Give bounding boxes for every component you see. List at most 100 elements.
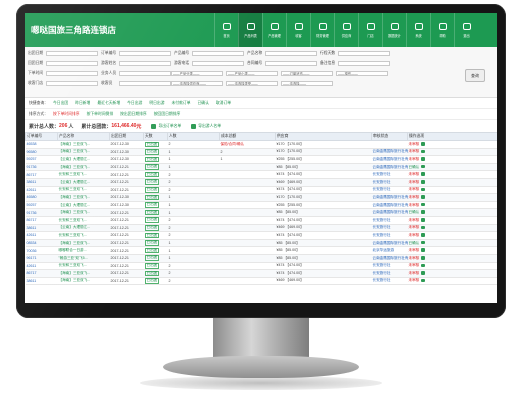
order-id[interactable]: 86717	[25, 216, 58, 225]
supplier-name[interactable]: 云南金鹰国际旅行社有限公司	[371, 148, 408, 157]
order-id[interactable]: 38611	[25, 277, 58, 286]
nav-item[interactable]: 数据统计	[382, 13, 406, 47]
order-id[interactable]: 91736	[25, 163, 58, 172]
product-name[interactable]: 长安和三亚双飞...	[57, 216, 110, 225]
filter-input[interactable]	[119, 51, 171, 56]
order-id[interactable]: 46580	[25, 193, 58, 202]
filter-input[interactable]	[265, 61, 317, 66]
supplier-name[interactable]: 长安旅行社	[371, 178, 408, 187]
order-id[interactable]: 59257	[25, 155, 58, 164]
filter-select[interactable]: ——请选择供应商——	[171, 81, 223, 86]
product-name[interactable]: 【海南】三亚双飞...	[57, 269, 110, 278]
supplier-name[interactable]: 长安旅行社	[371, 277, 408, 286]
product-name[interactable]: 【云南】大理丽江...	[57, 224, 110, 233]
order-id[interactable]: 96171	[25, 254, 58, 263]
supplier-name[interactable]: 云南金鹰国际旅行社有限公司	[371, 254, 408, 263]
order-id[interactable]: 70036	[25, 246, 58, 255]
product-name[interactable]: 长安和三亚双飞...	[57, 170, 110, 179]
product-name[interactable]: "畅游三亚"双飞5...	[57, 254, 110, 263]
supplier-name[interactable]: 长安旅行社	[371, 224, 408, 233]
product-name[interactable]: 长安和三亚双飞...	[57, 262, 110, 271]
nav-item[interactable]: 产品管理	[262, 13, 286, 47]
filter-input[interactable]	[192, 61, 244, 66]
nav-item[interactable]: 退出	[454, 13, 478, 47]
filter-link[interactable]: 按下单时间倒排	[87, 112, 114, 117]
filter-link[interactable]: 今日出团	[53, 101, 68, 106]
export-travelers-button[interactable]: 导出游人名单	[191, 123, 221, 129]
product-name[interactable]: 【海南】三亚双飞...	[57, 239, 110, 248]
filter-input[interactable]	[265, 51, 317, 56]
filter-link[interactable]: 今日出游	[127, 101, 142, 106]
filter-input[interactable]	[46, 51, 98, 56]
nav-item[interactable]: 供应商	[334, 13, 358, 47]
filter-input[interactable]	[119, 81, 171, 86]
filter-link[interactable]: 昨日新增	[75, 101, 90, 106]
filter-link[interactable]: 已确认	[198, 101, 209, 106]
order-id[interactable]: 46538	[25, 140, 58, 149]
order-id[interactable]: 38611	[25, 178, 58, 187]
filter-input[interactable]	[46, 81, 98, 86]
filter-input[interactable]	[119, 71, 171, 76]
filter-select[interactable]: ——产品分类——	[171, 71, 223, 76]
order-id[interactable]: 42611	[25, 262, 58, 271]
product-name[interactable]: 长安和三亚双飞...	[57, 231, 110, 240]
nav-item[interactable]: 门店	[358, 13, 382, 47]
filter-link[interactable]: 最近七天新增	[97, 101, 120, 106]
filter-select[interactable]: ——操作——	[336, 71, 388, 76]
product-name[interactable]: 嘟嘟联合一日游...	[57, 246, 110, 255]
filter-link[interactable]: 按下单时间排序	[53, 112, 80, 117]
filter-link[interactable]: 取消订单	[216, 101, 231, 106]
order-id[interactable]: 86717	[25, 269, 58, 278]
filter-input[interactable]	[338, 51, 390, 56]
query-button[interactable]: 查询	[465, 69, 485, 82]
product-name[interactable]: 长安和三亚双飞...	[57, 186, 110, 195]
product-name[interactable]: 【云南】大理丽江...	[57, 178, 110, 187]
filter-select[interactable]: ——订单状态——	[281, 71, 333, 76]
order-id[interactable]: 08534	[25, 239, 58, 248]
product-name[interactable]: 【海南】三亚双飞...	[57, 193, 110, 202]
supplier-name[interactable]: 云南金鹰国际旅行社有限公司	[371, 193, 408, 202]
product-name[interactable]: 【海南】三亚双飞...	[57, 148, 110, 157]
order-id[interactable]: 42611	[25, 231, 58, 240]
nav-item[interactable]: 系统	[406, 13, 430, 47]
filter-input[interactable]	[338, 61, 390, 66]
supplier-name[interactable]: 云南金鹰国际旅行社有限公司	[371, 239, 408, 248]
product-name[interactable]: 【海南】三亚双飞...	[57, 140, 110, 149]
order-id[interactable]: 42611	[25, 186, 58, 195]
filter-link[interactable]: 按回团日期排序	[154, 112, 181, 117]
filter-link[interactable]: 按出团日期排序	[120, 112, 147, 117]
supplier-name[interactable]: 长安旅行社	[371, 231, 408, 240]
product-name[interactable]: 【云南】大理丽江...	[57, 155, 110, 164]
supplier-name[interactable]: 长安旅行社	[371, 170, 408, 179]
filter-input[interactable]	[119, 61, 171, 66]
filter-input[interactable]	[192, 51, 244, 56]
nav-item[interactable]: 产品列表	[238, 13, 262, 47]
supplier-name[interactable]: 长安旅行社	[371, 262, 408, 271]
supplier-name[interactable]: 云南金鹰国际旅行社有限公司	[371, 201, 408, 210]
export-orders-button[interactable]: 导出订单名单	[151, 123, 181, 129]
order-id[interactable]: 96580	[25, 148, 58, 157]
filter-link[interactable]: 明日出游	[149, 101, 164, 106]
product-name[interactable]: 【海南】三亚双飞...	[57, 208, 110, 217]
supplier-name[interactable]: 云南金鹰国际旅行社有限公司	[371, 155, 408, 164]
supplier-name[interactable]	[371, 140, 408, 149]
nav-item[interactable]: 财务管理	[310, 13, 334, 47]
supplier-name[interactable]: 云南金鹰国际旅行社有限公司	[371, 163, 408, 172]
supplier-name[interactable]: 长安旅行社	[371, 269, 408, 278]
nav-item[interactable]: 帮助	[430, 13, 454, 47]
nav-item[interactable]: 首页	[214, 13, 238, 47]
order-id[interactable]: 59257	[25, 201, 58, 210]
filter-select[interactable]: ——产品小类——	[226, 71, 278, 76]
product-name[interactable]: 【云南】大理丽江...	[57, 201, 110, 210]
product-name[interactable]: 【海南】三亚双飞...	[57, 163, 110, 172]
nav-item[interactable]: 收客	[286, 13, 310, 47]
filter-select[interactable]: ——请选择——	[281, 81, 333, 86]
supplier-name[interactable]: 长安旅行社	[371, 216, 408, 225]
order-id[interactable]: 91736	[25, 208, 58, 217]
filter-select[interactable]: ——请选择类型——	[226, 81, 278, 86]
supplier-name[interactable]: 云南金鹰国际旅行社有限公司	[371, 208, 408, 217]
order-id[interactable]: 86717	[25, 170, 58, 179]
product-name[interactable]: 【海南】三亚双飞...	[57, 277, 110, 286]
filter-link[interactable]: 未付款订单	[172, 101, 191, 106]
supplier-name[interactable]: 北京华运旅游	[371, 246, 408, 255]
